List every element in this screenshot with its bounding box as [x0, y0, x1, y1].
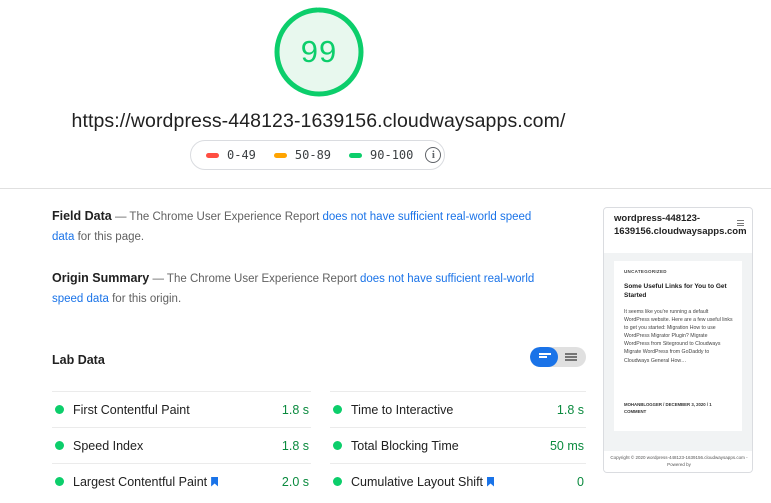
metric-name: First Contentful Paint [73, 403, 282, 417]
metric-value: 2.0 s [281, 474, 309, 489]
thumbnail-footer: Copyright © 2020 wordpress-448123-163915… [604, 451, 752, 472]
performance-score-gauge: 99 [273, 6, 365, 98]
legend-swatch-fail [206, 152, 219, 158]
legend-swatch-average [273, 152, 287, 158]
origin-summary-title: Origin Summary [52, 271, 150, 285]
legend-item-pass: 90-100 [349, 148, 413, 162]
field-data-title: Field Data [52, 209, 112, 223]
origin-summary-suffix: for this origin. [108, 293, 182, 305]
metric-name-text: Cumulative Layout Shift [351, 474, 484, 489]
tested-url: https://wordpress-448123-1639156.cloudwa… [71, 110, 566, 132]
thumbnail-post-card: UNCATEGORIZED Some Useful Links for You … [614, 261, 742, 431]
metric-time-to-interactive: Time to Interactive 1.8 s [330, 391, 586, 427]
metric-name: Time to Interactive [351, 403, 557, 417]
legend-label-pass: 90-100 [370, 148, 414, 162]
section-divider [0, 188, 771, 189]
pass-indicator [333, 405, 342, 414]
pass-indicator [55, 441, 64, 450]
lab-data-title: Lab Data [52, 353, 105, 367]
score-legend: 0-49 50-89 90-100 i [190, 140, 445, 170]
metric-name: Cumulative Layout Shift [351, 475, 577, 489]
field-data-section: Field Data — The Chrome User Experience … [52, 206, 542, 247]
info-icon[interactable]: i [425, 147, 442, 163]
thumbnail-post-excerpt: It seems like you're running a default W… [624, 309, 733, 364]
metric-first-contentful-paint: First Contentful Paint 1.8 s [52, 391, 311, 427]
pass-indicator [333, 441, 342, 450]
field-data-suffix: for this page. [74, 231, 145, 243]
final-screenshot-thumbnail: wordpress-448123- 1639156.cloudwaysapps.c… [603, 207, 753, 473]
metric-name-text: Total Blocking Time [351, 438, 459, 453]
compact-list-icon [539, 353, 551, 361]
metric-cumulative-layout-shift: Cumulative Layout Shift 0 [330, 463, 586, 499]
hamburger-menu-icon [737, 220, 744, 228]
thumbnail-post-meta: MOHANBLOGGER / DECEMBER 3, 2020 / 1 COMM… [624, 402, 712, 414]
bookmark-flag-icon [487, 476, 495, 487]
thumbnail-post-category: UNCATEGORIZED [624, 269, 667, 274]
metric-value: 50 ms [549, 438, 584, 453]
origin-summary-prefix: — The Chrome User Experience Report [149, 273, 360, 285]
pass-indicator [55, 405, 64, 414]
legend-label-fail: 0-49 [227, 148, 256, 162]
pass-indicator [333, 477, 342, 486]
bookmark-flag-icon [211, 476, 219, 487]
expanded-list-icon[interactable] [565, 353, 577, 361]
metric-name-text: First Contentful Paint [73, 402, 190, 417]
metric-total-blocking-time: Total Blocking Time 50 ms [330, 427, 586, 463]
legend-swatch-pass [349, 152, 363, 158]
metric-name: Largest Contentful Paint [73, 475, 282, 489]
metric-value: 1.8 s [556, 402, 584, 417]
thumbnail-post-title: Some Useful Links for You to Get Started [624, 283, 727, 299]
pass-indicator [55, 477, 64, 486]
metric-largest-contentful-paint: Largest Contentful Paint 2.0 s [52, 463, 311, 499]
metric-name-text: Speed Index [73, 438, 144, 453]
thumbnail-site-header: wordpress-448123- 1639156.cloudwaysapps.c… [604, 208, 752, 253]
metric-value: 0 [577, 474, 584, 489]
legend-item-fail: 0-49 [206, 148, 256, 162]
origin-summary-section: Origin Summary — The Chrome User Experie… [52, 268, 542, 309]
metric-value: 1.8 s [281, 438, 309, 453]
thumbnail-site-title: wordpress-448123- 1639156.cloudwaysapps.c… [614, 213, 747, 237]
performance-score: 99 [300, 34, 338, 69]
field-data-prefix: — The Chrome User Experience Report [111, 211, 323, 223]
legend-label-average: 50-89 [294, 148, 332, 162]
metric-speed-index: Speed Index 1.8 s [52, 427, 311, 463]
metric-name-text: Largest Contentful Paint [73, 474, 208, 489]
metric-value: 1.8 s [281, 402, 309, 417]
legend-item-average: 50-89 [273, 148, 332, 162]
metric-name-text: Time to Interactive [351, 402, 454, 417]
metric-name: Speed Index [73, 439, 282, 453]
toggle-list-view-button[interactable] [530, 347, 558, 367]
metrics-view-toggle[interactable] [530, 347, 586, 367]
metric-name: Total Blocking Time [351, 439, 550, 453]
